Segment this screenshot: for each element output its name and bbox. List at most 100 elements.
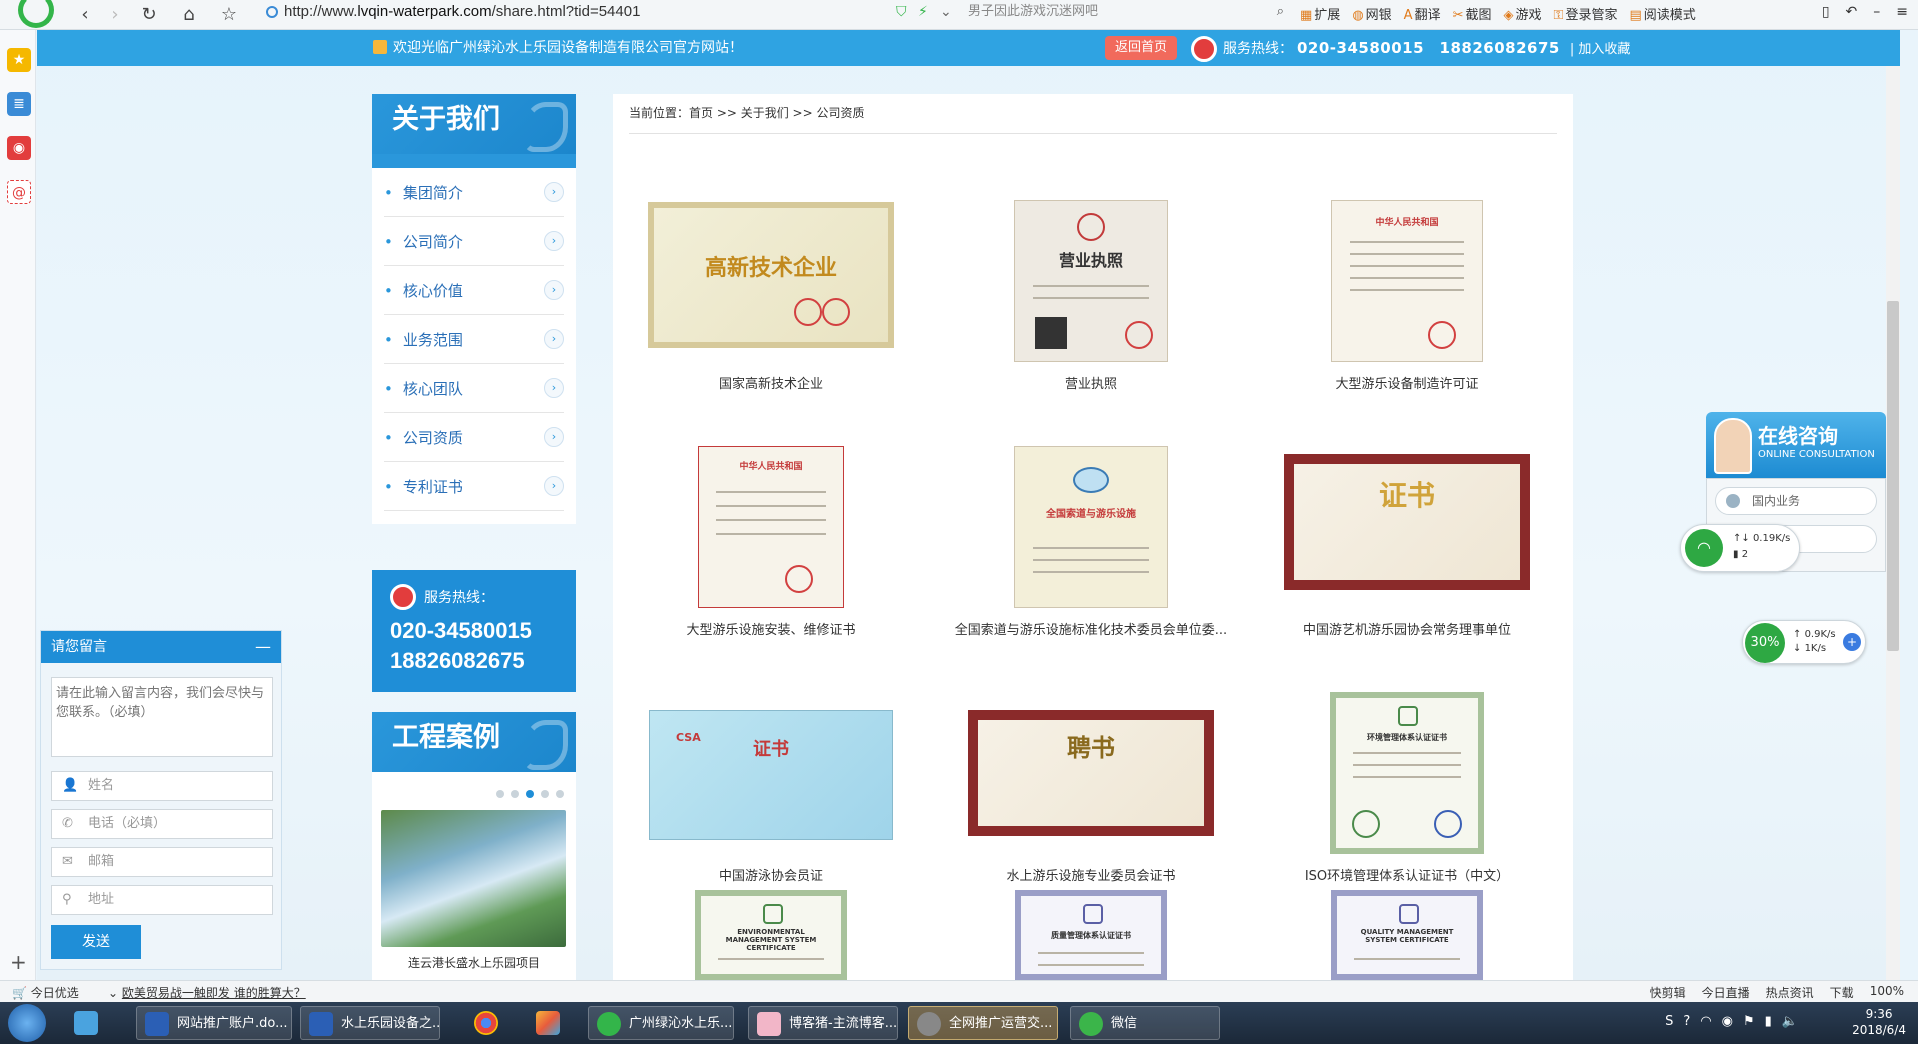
chrome-icon bbox=[474, 1011, 498, 1035]
tool-reading-mode[interactable]: ▤ 阅读模式 bbox=[1629, 4, 1695, 23]
email-icon[interactable]: @ bbox=[7, 180, 31, 204]
address-bar[interactable]: http://www.lvqin-waterpark.com/share.htm… bbox=[262, 1, 942, 25]
wifi-tray-icon[interactable]: ◠ bbox=[1700, 1014, 1711, 1029]
carousel-dot[interactable] bbox=[511, 790, 519, 798]
favorites-icon[interactable]: ★ bbox=[7, 48, 31, 72]
certificate-card[interactable]: 证书 中国游艺机游乐园协会常务理事单位 bbox=[1251, 398, 1563, 638]
tool-banking[interactable]: ◍ 网银 bbox=[1352, 4, 1391, 23]
taskbar-app-chrome[interactable] bbox=[466, 1006, 510, 1040]
sidebar-item-group-intro[interactable]: 集团简介 › bbox=[384, 168, 564, 217]
search-icon[interactable]: ⌕ bbox=[1277, 1, 1284, 23]
taskbar-app-browser[interactable]: 广州绿沁水上乐... bbox=[588, 1006, 734, 1040]
tool-screenshot[interactable]: ✂ 截图 bbox=[1453, 4, 1492, 23]
taskbar-app-word-2[interactable]: 水上乐园设备之... bbox=[300, 1006, 440, 1040]
forward-icon[interactable]: › bbox=[104, 4, 126, 26]
certificate-card[interactable]: CSA 证书 中国游泳协会员证 bbox=[615, 644, 927, 884]
case-caption[interactable]: 连云港长盛水上乐园项目 bbox=[372, 954, 576, 971]
back-icon[interactable]: ‹ bbox=[74, 4, 96, 26]
sidebar-item-core-values[interactable]: 核心价值 › bbox=[384, 266, 564, 315]
bookmark-icon[interactable]: ▯ bbox=[1822, 4, 1830, 20]
certificate-card[interactable]: 环境管理体系认证证书 ISO环境管理体系认证证书（中文） bbox=[1251, 644, 1563, 884]
email-field[interactable]: ✉ 邮箱 bbox=[51, 847, 273, 877]
start-button[interactable] bbox=[8, 1004, 46, 1042]
carousel-dot[interactable] bbox=[556, 790, 564, 798]
speed-monitor-widget[interactable]: 30% ↑ 0.9K/s ↓ 1K/s + bbox=[1742, 620, 1866, 664]
scrollbar-thumb[interactable] bbox=[1887, 301, 1899, 651]
flag-icon[interactable]: ⚑ bbox=[1743, 1014, 1755, 1029]
add-favorite-link[interactable]: | 加入收藏 bbox=[1570, 42, 1631, 57]
minimize-icon[interactable]: – bbox=[1873, 4, 1880, 20]
search-input[interactable]: 男子因此游戏沉迷网吧 ⌕ bbox=[968, 1, 1288, 25]
download-link[interactable]: 下载 bbox=[1830, 984, 1854, 1001]
taskbar-app-word-1[interactable]: 网站推广账户.do... bbox=[136, 1006, 292, 1040]
name-field[interactable]: 👤 姓名 bbox=[51, 771, 273, 801]
weibo-icon[interactable]: ◉ bbox=[7, 136, 31, 160]
today-picks-link[interactable]: 🛒 今日优选 bbox=[12, 984, 79, 1001]
star-icon[interactable]: ☆ bbox=[218, 4, 240, 26]
undo-icon[interactable]: ↶ bbox=[1846, 4, 1858, 20]
taskbar-app-wechat[interactable]: 微信 bbox=[1070, 1006, 1220, 1040]
case-image[interactable] bbox=[381, 810, 566, 947]
phone-field[interactable]: ✆ 电话（必填） bbox=[51, 809, 273, 839]
carousel-dot[interactable] bbox=[541, 790, 549, 798]
hot-news-link[interactable]: 热点资讯 bbox=[1766, 984, 1814, 1001]
zoom-level[interactable]: 100% bbox=[1870, 984, 1904, 1001]
menu-icon[interactable]: ≡ bbox=[1896, 4, 1908, 20]
list-icon[interactable]: ≣ bbox=[7, 92, 31, 116]
certificate-card[interactable]: 高新技术企业 国家高新技术企业 bbox=[615, 152, 927, 392]
home-icon[interactable]: ⌂ bbox=[178, 4, 200, 26]
tool-extensions[interactable]: ▦ 扩展 bbox=[1300, 4, 1340, 23]
certificate-card[interactable]: ENVIRONMENTAL MANAGEMENT SYSTEM CERTIFIC… bbox=[615, 890, 927, 980]
emblem-icon bbox=[763, 904, 783, 924]
rocket-icon[interactable]: + bbox=[1843, 633, 1861, 651]
live-link[interactable]: 今日直播 bbox=[1702, 984, 1750, 1001]
scrollbar[interactable] bbox=[1886, 66, 1900, 980]
sidebar-item-patents[interactable]: 专利证书 › bbox=[384, 462, 564, 511]
sidebar-item-qualifications[interactable]: 公司资质 › bbox=[384, 413, 564, 462]
network-icon[interactable]: ▮ bbox=[1765, 1014, 1772, 1029]
consult-header[interactable]: 在线咨询 ONLINE CONSULTATION bbox=[1706, 412, 1886, 478]
certificate-card[interactable]: 营业执照 营业执照 bbox=[935, 152, 1247, 392]
volume-icon[interactable]: 🔈 bbox=[1782, 1014, 1798, 1029]
certificate-card[interactable]: 聘书 水上游乐设施专业委员会证书 bbox=[935, 644, 1247, 884]
minimize-icon[interactable]: — bbox=[255, 631, 271, 663]
sidebar-item-company-intro[interactable]: 公司简介 › bbox=[384, 217, 564, 266]
lightning-icon[interactable]: ⚡ bbox=[918, 4, 928, 20]
carousel-dot-active[interactable] bbox=[526, 790, 534, 798]
certificate-card[interactable]: 中华人民共和国 大型游乐设备制造许可证 bbox=[1251, 152, 1563, 392]
reload-icon[interactable]: ↻ bbox=[138, 4, 160, 26]
certificate-text: ENVIRONMENTAL MANAGEMENT SYSTEM CERTIFIC… bbox=[725, 928, 817, 952]
network-monitor-widget[interactable]: ◠ ↑↓ 0.19K/s ▮ 2 bbox=[1680, 524, 1800, 572]
message-textarea[interactable] bbox=[51, 677, 273, 757]
help-icon[interactable]: ? bbox=[1683, 1014, 1690, 1029]
quick-edit-link[interactable]: 快剪辑 bbox=[1650, 984, 1686, 1001]
taskbar-app-ime[interactable] bbox=[66, 1006, 106, 1040]
sidebar-item-core-team[interactable]: 核心团队 › bbox=[384, 364, 564, 413]
add-icon[interactable]: + bbox=[10, 950, 27, 974]
taskbar-app-operations[interactable]: 全网推广运营交... bbox=[908, 1006, 1058, 1040]
word-icon bbox=[145, 1012, 169, 1036]
tool-translate[interactable]: A 翻译 bbox=[1404, 4, 1441, 23]
sidebar-item-business-scope[interactable]: 业务范围 › bbox=[384, 315, 564, 364]
tool-games[interactable]: ◈ 游戏 bbox=[1504, 4, 1542, 23]
certificate-card[interactable]: QUALITY MANAGEMENT SYSTEM CERTIFICATE bbox=[1251, 890, 1563, 980]
send-button[interactable]: 发送 bbox=[51, 925, 141, 959]
certificate-card[interactable]: 中华人民共和国 大型游乐设施安装、维修证书 bbox=[615, 398, 927, 638]
security-icon[interactable]: ◉ bbox=[1722, 1014, 1733, 1029]
chevron-down-icon[interactable]: ⌄ bbox=[940, 4, 952, 20]
tool-login-manager[interactable]: ⚿ 登录管家 bbox=[1554, 4, 1618, 23]
return-home-button[interactable]: 返回首页 bbox=[1105, 36, 1177, 60]
taskbar-app-blog[interactable]: 博客猪-主流博客... bbox=[748, 1006, 898, 1040]
carousel-dot[interactable] bbox=[496, 790, 504, 798]
shield-icon[interactable]: ⛉ bbox=[896, 4, 907, 20]
taskbar-app-paint[interactable] bbox=[528, 1006, 572, 1040]
location-icon: ⚲ bbox=[62, 892, 72, 907]
certificate-card[interactable]: 全国索道与游乐设施 全国索道与游乐设施标准化技术委员会单位委... bbox=[935, 398, 1247, 638]
clock[interactable]: 9:36 2018/6/4 bbox=[1852, 1006, 1906, 1038]
address-field[interactable]: ⚲ 地址 bbox=[51, 885, 273, 915]
certificate-card[interactable]: 质量管理体系认证证书 bbox=[935, 890, 1247, 980]
sogou-icon[interactable]: S bbox=[1665, 1014, 1673, 1029]
news-ticker-link[interactable]: ⌄ 欧美贸易战一触即发 谁的胜算大？ bbox=[108, 984, 306, 1001]
certificate-caption: ISO环境管理体系认证证书（中文） bbox=[1304, 869, 1510, 884]
consult-domestic-button[interactable]: 国内业务 bbox=[1715, 487, 1877, 515]
